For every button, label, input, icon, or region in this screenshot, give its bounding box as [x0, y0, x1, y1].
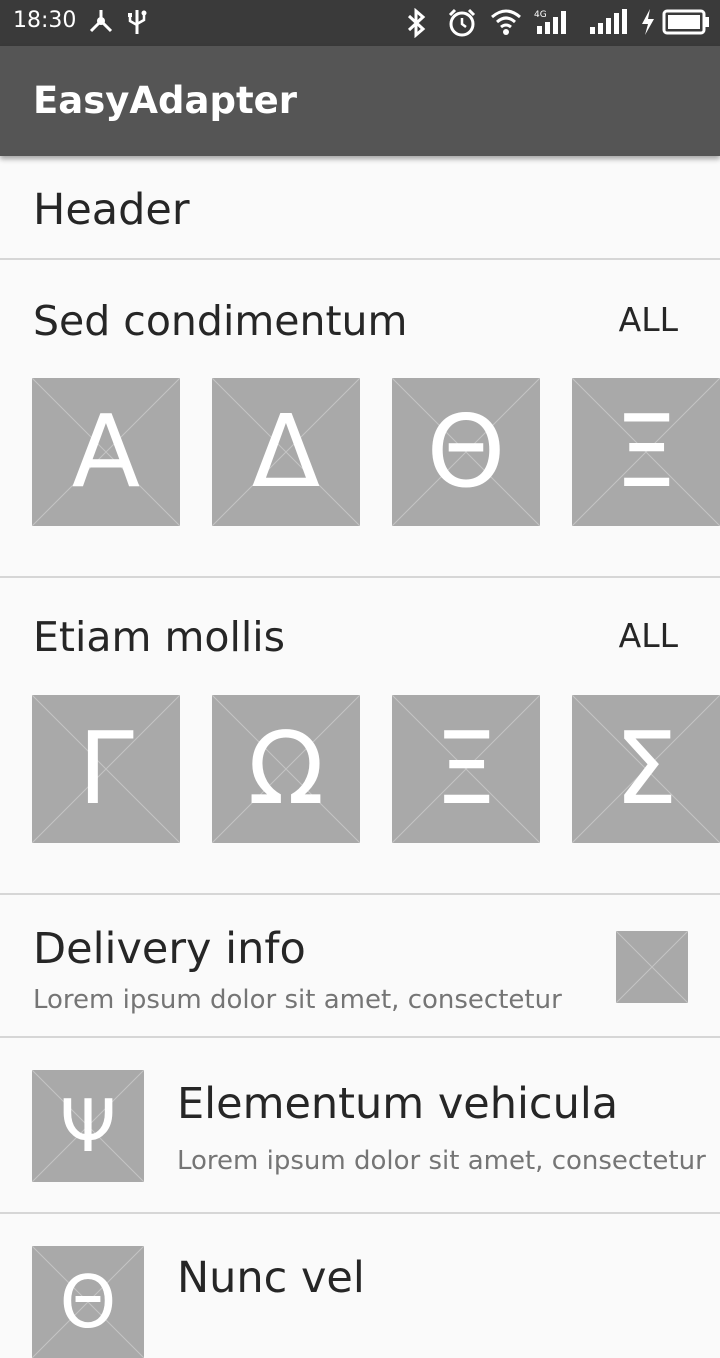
usb-share-icon	[89, 10, 113, 33]
tile-letter: Γ	[78, 710, 134, 827]
carousel-tile[interactable]: Δ	[212, 378, 360, 526]
carousel-tile[interactable]: Α	[32, 378, 180, 526]
delivery-title: Delivery info	[33, 924, 306, 974]
divider	[0, 576, 720, 578]
header-title: Header	[33, 185, 190, 235]
signal-4g-icon: 4G	[534, 10, 566, 34]
carousel-tile[interactable]: Θ	[392, 378, 540, 526]
list-item-title: Elementum vehicula	[177, 1079, 619, 1129]
divider	[0, 1212, 720, 1214]
charging-icon	[642, 9, 654, 35]
status-bar: 18:30 4G	[0, 0, 720, 46]
divider	[0, 258, 720, 260]
delivery-subtitle: Lorem ipsum dolor sit amet, consectetur	[33, 985, 562, 1015]
app-title: EasyAdapter	[33, 79, 297, 122]
carousel-tile[interactable]: Ξ	[572, 378, 720, 526]
tile-letter: Ξ	[434, 710, 498, 827]
carousel-tile[interactable]: Ω	[212, 695, 360, 843]
list-item-title: Nunc vel	[177, 1253, 365, 1303]
list-item-letter: Θ	[59, 1260, 117, 1344]
carousel-tile[interactable]: Ξ	[392, 695, 540, 843]
tile-letter: Ξ	[614, 393, 678, 510]
wifi-icon	[491, 9, 521, 35]
alarm-icon	[448, 8, 476, 37]
placeholder-image	[616, 931, 688, 1003]
battery-icon	[662, 9, 709, 35]
delivery-image	[616, 931, 688, 1003]
divider	[0, 1036, 720, 1038]
see-all-button[interactable]: ALL	[568, 300, 678, 340]
app-bar: EasyAdapter	[0, 46, 720, 156]
carousel-tile[interactable]: Γ	[32, 695, 180, 843]
see-all-button[interactable]: ALL	[568, 616, 678, 656]
list-item-image: Θ	[32, 1246, 144, 1358]
bluetooth-icon	[407, 8, 426, 38]
carousel-tile[interactable]: Σ	[572, 695, 720, 843]
tile-letter: Δ	[251, 393, 321, 510]
usb-icon	[128, 10, 147, 34]
list-item-letter: Ψ	[59, 1084, 117, 1168]
section-title: Etiam mollis	[33, 613, 286, 661]
list-item-image: Ψ	[32, 1070, 144, 1182]
section-title: Sed condimentum	[33, 297, 408, 345]
tile-letter: Ω	[247, 710, 325, 827]
signal-icon	[590, 9, 627, 34]
tile-letter: Α	[71, 393, 141, 510]
tile-letter: Σ	[614, 710, 678, 827]
list-item-subtitle: Lorem ipsum dolor sit amet, consectetur	[177, 1146, 706, 1176]
divider	[0, 893, 720, 895]
tile-letter: Θ	[426, 393, 506, 510]
status-time: 18:30	[13, 8, 77, 33]
svg-text:4G: 4G	[534, 10, 547, 20]
